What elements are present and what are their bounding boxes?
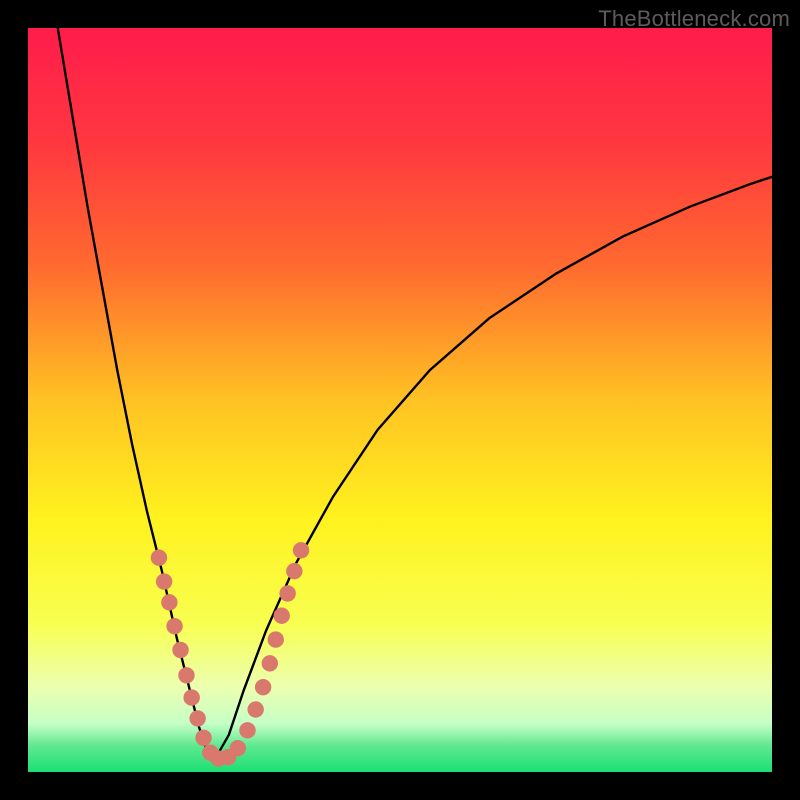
curve-marker	[239, 722, 255, 738]
curve-marker	[247, 701, 263, 717]
curve-marker	[274, 608, 290, 624]
curve-marker	[230, 740, 246, 756]
chart-frame: TheBottleneck.com	[0, 0, 800, 800]
curve-marker	[262, 655, 278, 671]
curve-marker	[189, 710, 205, 726]
curve-marker	[172, 642, 188, 658]
curve-marker	[156, 573, 172, 589]
curve-marker	[183, 689, 199, 705]
gradient-background	[28, 28, 772, 772]
curve-marker	[166, 618, 182, 634]
curve-marker	[255, 679, 271, 695]
plot-area	[28, 28, 772, 772]
curve-marker	[279, 585, 295, 601]
curve-marker	[268, 631, 284, 647]
curve-marker	[195, 730, 211, 746]
curve-marker	[293, 542, 309, 558]
curve-marker	[286, 563, 302, 579]
curve-marker	[161, 594, 177, 610]
curve-marker	[151, 550, 167, 566]
curve-marker	[178, 667, 194, 683]
chart-svg	[28, 28, 772, 772]
watermark-label: TheBottleneck.com	[598, 6, 790, 32]
